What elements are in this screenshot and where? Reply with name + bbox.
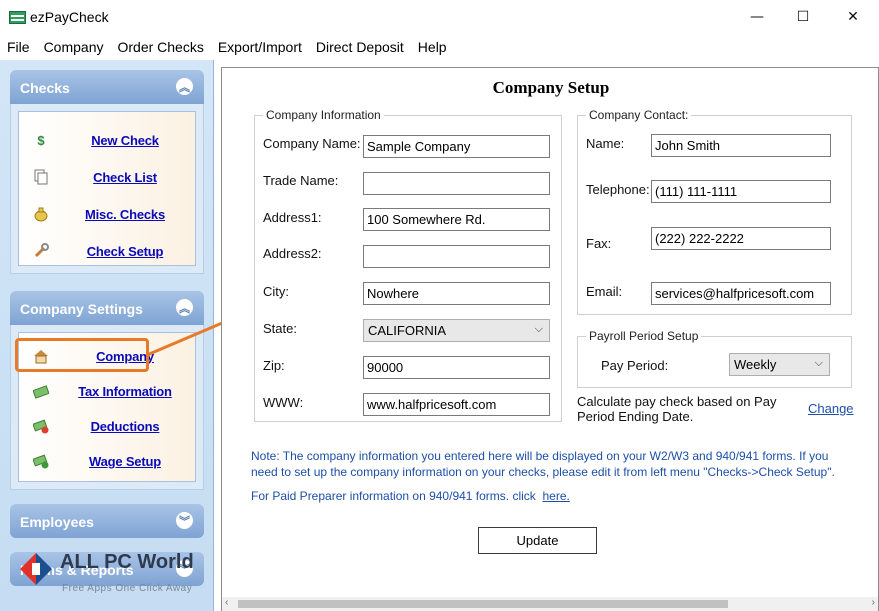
field-label: Telephone: <box>586 182 650 197</box>
chevron-down-icon: ⌵ <box>534 323 543 335</box>
scroll-left-icon[interactable]: ‹ <box>225 597 228 608</box>
documents-icon <box>33 169 49 185</box>
watermark-logo-icon <box>20 553 52 585</box>
sidebar-item-label[interactable]: New Check <box>65 133 185 148</box>
field-label: Zip: <box>263 358 285 373</box>
field-label: Address1: <box>263 210 322 225</box>
page-title: Company Setup <box>492 78 610 97</box>
calc-text-line2: Period Ending Date. <box>577 409 694 424</box>
zip-input[interactable]: 90000 <box>363 356 550 379</box>
sidebar-item-deductions[interactable]: Deductions <box>19 414 199 440</box>
company-name-input[interactable]: Sample Company <box>363 135 550 158</box>
watermark-title: ALL PC World <box>60 551 194 573</box>
app-icon <box>9 11 26 24</box>
field-label: Fax: <box>586 236 612 251</box>
note-text: Note: The company information you entere… <box>251 448 871 480</box>
sidebar-item-check-list[interactable]: Check List <box>19 165 199 191</box>
window-title: ezPayCheck <box>30 9 109 25</box>
sidebar-item-new-check[interactable]: $ New Check <box>19 128 199 154</box>
field-label: Trade Name: <box>263 173 339 188</box>
company-settings-panel-title: Company Settings <box>20 301 143 317</box>
sidebar-item-label[interactable]: Check List <box>65 170 185 185</box>
group-title: Company Information <box>263 108 384 122</box>
chevron-down-icon[interactable]: ︾ <box>176 512 193 529</box>
field-label: Address2: <box>263 246 322 261</box>
menu-order-checks[interactable]: Order Checks <box>117 39 203 55</box>
close-button[interactable]: ✕ <box>830 4 876 30</box>
money-bag-icon <box>33 206 49 222</box>
sidebar-item-label[interactable]: Deductions <box>65 419 185 434</box>
field-label: Email: <box>586 284 623 299</box>
email-input[interactable]: services@halfpricesoft.com <box>651 282 831 305</box>
menu-file[interactable]: File <box>7 39 30 55</box>
www-input[interactable]: www.halfpricesoft.com <box>363 393 550 416</box>
company-highlight-box <box>15 338 149 372</box>
sidebar-item-misc-checks[interactable]: Misc. Checks <box>19 202 199 228</box>
preparer-text: For Paid Preparer information on 940/941… <box>251 489 536 503</box>
checks-panel: $ New Check Check List Misc. Checks Chec… <box>10 104 204 274</box>
fax-input[interactable]: (222) 222-2222 <box>651 227 831 250</box>
title-bar: ezPayCheck — ☐ ✕ <box>0 0 879 34</box>
pay-period-label: Pay Period: <box>601 358 669 373</box>
contact-name-input[interactable]: John Smith <box>651 134 831 157</box>
sidebar-item-tax-information[interactable]: Tax Information <box>19 379 199 405</box>
menu-direct-deposit[interactable]: Direct Deposit <box>316 39 404 55</box>
menu-export-import[interactable]: Export/Import <box>218 39 302 55</box>
money-icon <box>33 383 49 399</box>
address1-input[interactable]: 100 Somewhere Rd. <box>363 208 550 231</box>
state-select-value: CALIFORNIA <box>368 323 447 338</box>
minimize-button[interactable]: — <box>734 4 780 30</box>
note-line2: need to set up the company information o… <box>251 465 835 479</box>
checks-panel-header[interactable]: Checks ︽ <box>10 70 204 104</box>
group-title: Company Contact: <box>586 108 692 122</box>
sidebar-item-wage-setup[interactable]: Wage Setup <box>19 449 199 475</box>
money-minus-icon <box>33 418 49 434</box>
employees-panel-title: Employees <box>20 514 94 530</box>
field-label: City: <box>263 284 289 299</box>
checks-panel-title: Checks <box>20 80 70 96</box>
dollar-icon: $ <box>37 132 45 148</box>
horizontal-scrollbar[interactable]: ‹ › <box>222 597 878 611</box>
menu-bar: File Company Order Checks Export/Import … <box>0 34 879 60</box>
state-select[interactable]: CALIFORNIA ⌵ <box>363 319 550 342</box>
sidebar-item-label[interactable]: Check Setup <box>65 244 185 259</box>
maximize-button[interactable]: ☐ <box>780 4 826 30</box>
scrollbar-thumb[interactable] <box>238 600 728 608</box>
pay-period-value: Weekly <box>734 357 777 372</box>
address2-input[interactable] <box>363 245 550 268</box>
field-label: Company Name: <box>263 136 361 151</box>
preparer-note: For Paid Preparer information on 940/941… <box>251 488 871 504</box>
calc-text-line1: Calculate pay check based on Pay <box>577 394 777 409</box>
change-link[interactable]: Change <box>808 401 854 416</box>
sidebar-item-label[interactable]: Tax Information <box>65 384 185 399</box>
note-line1: Note: The company information you entere… <box>251 449 829 463</box>
watermark: ALL PC World Free Apps One Click Away <box>12 545 212 600</box>
company-setup-panel: Company Setup Company Information Compan… <box>221 67 879 611</box>
wrench-icon <box>33 243 49 259</box>
watermark-subtitle: Free Apps One Click Away <box>62 583 193 594</box>
menu-company[interactable]: Company <box>44 39 104 55</box>
money-plus-icon <box>33 453 49 469</box>
preparer-here-link[interactable]: here. <box>542 489 569 503</box>
pay-period-select[interactable]: Weekly ⌵ <box>729 353 830 376</box>
employees-panel-header[interactable]: Employees ︾ <box>10 504 204 538</box>
menu-help[interactable]: Help <box>418 39 447 55</box>
update-button[interactable]: Update <box>478 527 597 554</box>
telephone-input[interactable]: (111) 111-1111 <box>651 180 831 203</box>
chevron-down-icon: ⌵ <box>814 357 823 369</box>
chevron-up-icon[interactable]: ︽ <box>176 78 193 95</box>
sidebar-item-label[interactable]: Wage Setup <box>65 454 185 469</box>
group-title: Payroll Period Setup <box>586 329 702 343</box>
city-input[interactable]: Nowhere <box>363 282 550 305</box>
field-label: Name: <box>586 136 625 151</box>
field-label: State: <box>263 321 297 336</box>
scroll-right-icon[interactable]: › <box>872 597 875 608</box>
sidebar-item-check-setup[interactable]: Check Setup <box>19 239 199 265</box>
trade-name-input[interactable] <box>363 172 550 195</box>
field-label: WWW: <box>263 395 304 410</box>
sidebar-item-label[interactable]: Misc. Checks <box>65 207 185 222</box>
